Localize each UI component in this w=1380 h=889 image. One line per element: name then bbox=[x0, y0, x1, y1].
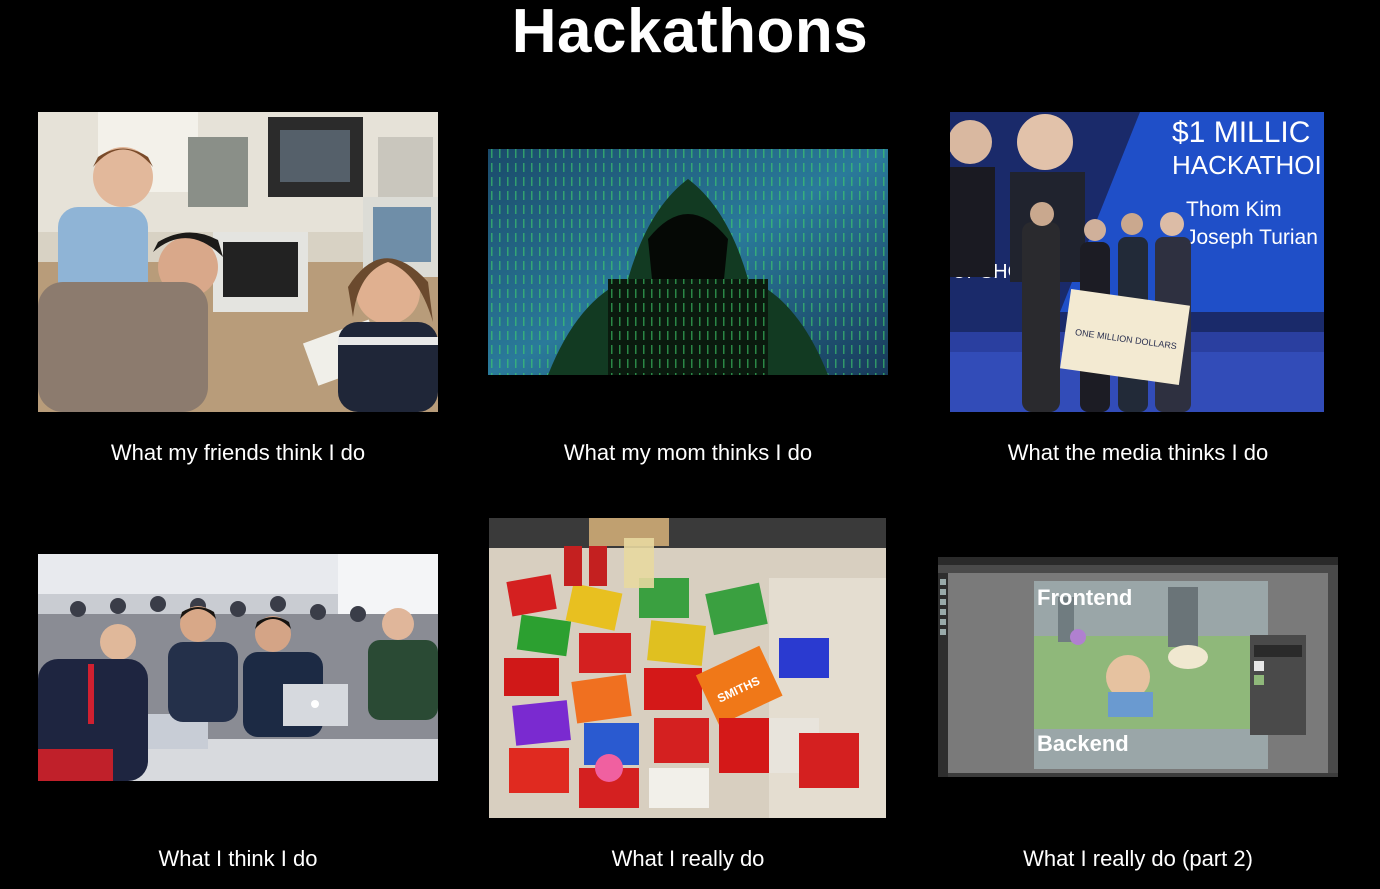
caption-media: What the media thinks I do bbox=[1007, 440, 1269, 465]
caption-really: What I really do bbox=[611, 846, 765, 871]
hooded-hacker-photo bbox=[488, 149, 888, 375]
label-backend: Backend bbox=[1037, 731, 1129, 756]
hackathon-room-icon bbox=[38, 554, 438, 781]
caption-think: What I think I do bbox=[158, 846, 318, 871]
award-ceremony-icon: $1 MILLIC HACKATHOI Thom Kim Joseph Turi… bbox=[950, 112, 1324, 412]
snacks-table-icon: SMITHS bbox=[489, 518, 886, 818]
snacks-table-photo: SMITHS bbox=[489, 518, 886, 818]
caption-really-part2: What I really do (part 2) bbox=[1023, 846, 1253, 871]
banner-line1: $1 MILLIC bbox=[1172, 116, 1310, 149]
hooded-hacker-icon bbox=[488, 149, 888, 375]
caption-mom: What my mom thinks I do bbox=[563, 440, 813, 465]
banner-line2: HACKATHOI bbox=[1172, 150, 1322, 180]
people-with-computers-photo bbox=[38, 112, 438, 412]
hackathon-room-photo bbox=[38, 554, 438, 781]
meme-title: Hackathons bbox=[511, 0, 869, 66]
caption-friends: What my friends think I do bbox=[110, 440, 366, 465]
photo-editor-screenshot: Frontend Backend bbox=[938, 557, 1338, 777]
banner-name2: Joseph Turian bbox=[1186, 226, 1318, 249]
people-with-computers-icon bbox=[38, 112, 438, 412]
photo-editor-icon: Frontend Backend bbox=[938, 557, 1338, 777]
label-frontend: Frontend bbox=[1037, 585, 1132, 610]
award-ceremony-photo: $1 MILLIC HACKATHOI Thom Kim Joseph Turi… bbox=[950, 112, 1324, 412]
banner-name1: Thom Kim bbox=[1186, 198, 1282, 221]
